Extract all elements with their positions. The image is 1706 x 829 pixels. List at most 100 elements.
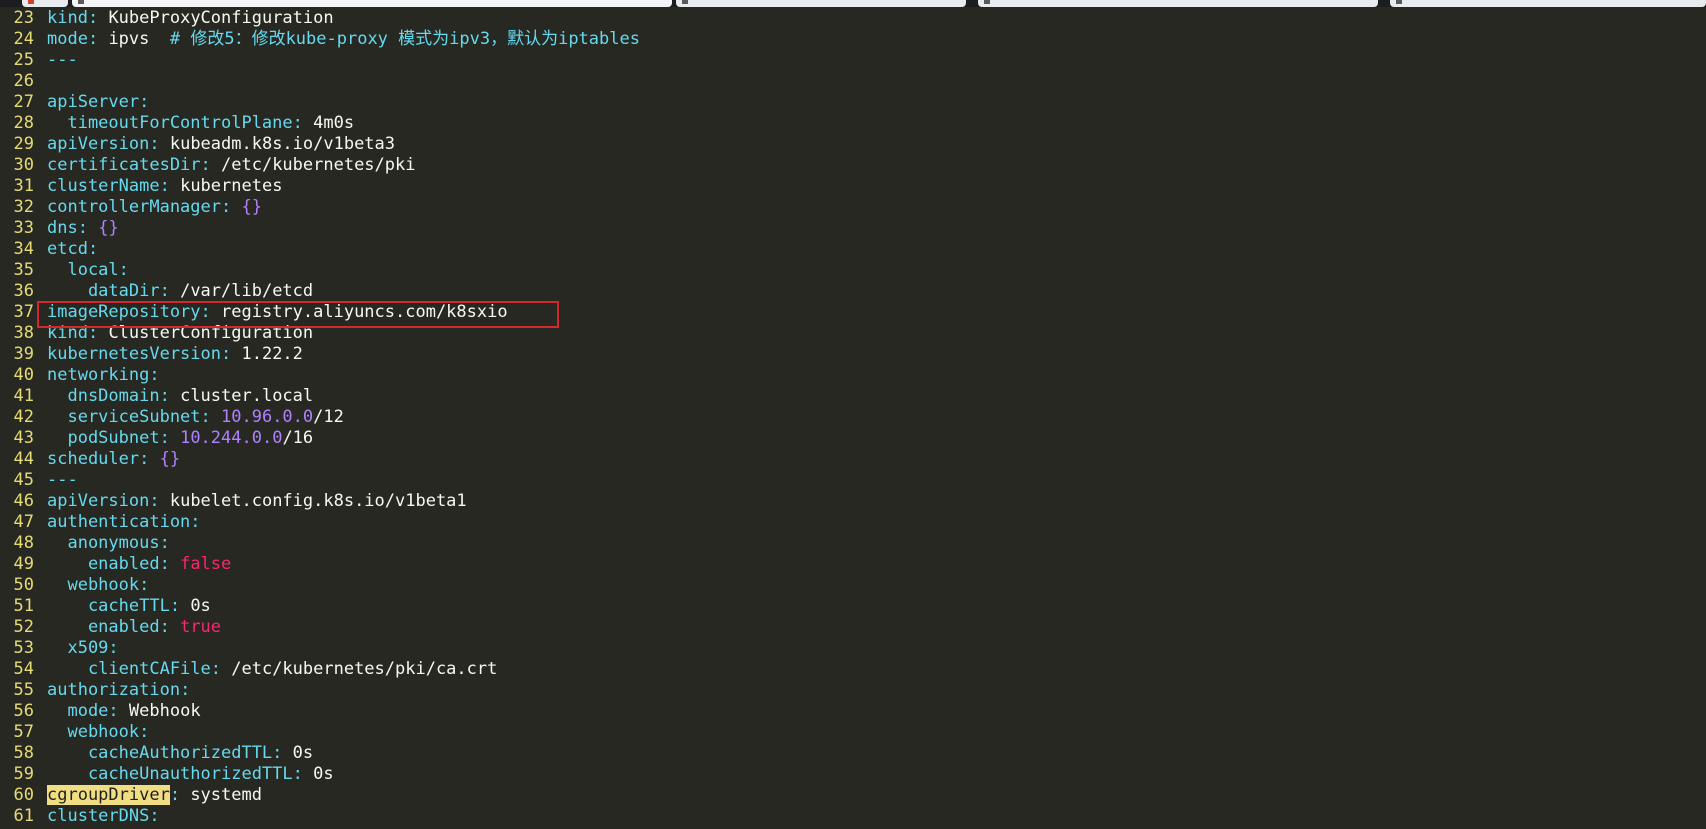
code-token: :	[87, 8, 109, 28]
code-text: authorization:	[47, 680, 190, 701]
code-line[interactable]: 29 apiVersion: kubeadm.k8s.io/v1beta3	[0, 134, 1706, 155]
tab-document-2[interactable]	[676, 0, 966, 7]
code-token: {}	[98, 218, 119, 238]
code-token: clientCAFile	[47, 659, 211, 679]
code-token: cluster.local	[180, 386, 314, 406]
code-line[interactable]: 60 cgroupDriver: systemd	[0, 785, 1706, 806]
code-token: /etc/kubernetes/pki	[221, 155, 416, 175]
code-line[interactable]: 27 apiServer:	[0, 92, 1706, 113]
code-token: dataDir	[47, 281, 160, 301]
code-token: 10.244.0.0	[180, 428, 283, 448]
code-line[interactable]: 54 clientCAFile: /etc/kubernetes/pki/ca.…	[0, 659, 1706, 680]
code-token: Webhook	[128, 701, 201, 721]
code-token: :	[221, 197, 242, 217]
code-token: enabled	[47, 617, 160, 637]
code-token: cacheAuthorizedTTL	[47, 743, 273, 763]
code-token: local	[47, 260, 119, 280]
code-text: kubernetesVersion: 1.22.2	[47, 344, 303, 365]
code-token: kubeadm.k8s.io/v1beta3	[169, 134, 396, 154]
code-token: cacheUnauthorizedTTL	[47, 764, 293, 784]
code-line[interactable]: 45 ---	[0, 470, 1706, 491]
tab-active-document[interactable]	[72, 0, 672, 7]
line-number: 38	[13, 323, 34, 343]
code-token: {}	[159, 449, 181, 469]
code-line[interactable]: 46 apiVersion: kubelet.config.k8s.io/v1be…	[0, 491, 1706, 512]
code-token: :	[210, 659, 232, 679]
code-text: mode: ipvs # 修改5：修改kube-proxy 模式为ipv3，默认…	[47, 29, 640, 50]
code-line[interactable]: 39 kubernetesVersion: 1.22.2	[0, 344, 1706, 365]
code-token: scheduler	[47, 449, 140, 469]
code-editor[interactable]: 23 kind: KubeProxyConfiguration 24 mode: ip…	[0, 8, 1706, 829]
code-line[interactable]: 55 authorization:	[0, 680, 1706, 701]
code-line[interactable]: 49 enabled: false	[0, 554, 1706, 575]
line-number: 26	[13, 71, 34, 91]
code-token: 1.22.2	[241, 344, 303, 364]
line-number: 25	[13, 50, 34, 70]
code-text: cacheTTL: 0s	[47, 596, 211, 617]
code-line[interactable]: 33 dns: {}	[0, 218, 1706, 239]
code-token: kind	[47, 323, 88, 343]
line-number: 44	[13, 449, 34, 469]
code-line[interactable]: 30 certificatesDir: /etc/kubernetes/pki	[0, 155, 1706, 176]
code-token: :	[200, 155, 222, 175]
code-line[interactable]: 51 cacheTTL: 0s	[0, 596, 1706, 617]
code-line[interactable]: 48 anonymous:	[0, 533, 1706, 554]
code-line[interactable]: 23 kind: KubeProxyConfiguration	[0, 8, 1706, 29]
code-line[interactable]: 36 dataDir: /var/lib/etcd	[0, 281, 1706, 302]
code-token: :	[159, 554, 181, 574]
code-token: :	[272, 743, 293, 763]
line-number: 54	[13, 659, 34, 679]
code-token: :	[159, 428, 181, 448]
tab-document-4[interactable]	[1390, 0, 1706, 7]
code-line[interactable]: 61 clusterDNS:	[0, 806, 1706, 827]
code-text: local:	[47, 260, 128, 281]
code-line[interactable]: 44 scheduler: {}	[0, 449, 1706, 470]
code-token: true	[180, 617, 222, 637]
code-token: :	[87, 239, 99, 259]
code-token: dnsDomain	[47, 386, 160, 406]
line-number: 27	[13, 92, 34, 112]
code-text: x509:	[47, 638, 118, 659]
code-line[interactable]: 38 kind: ClusterConfiguration	[0, 323, 1706, 344]
code-line[interactable]: 35 local:	[0, 260, 1706, 281]
code-line[interactable]: 57 webhook:	[0, 722, 1706, 743]
code-token: clusterDNS	[47, 806, 150, 826]
code-line[interactable]: 34 etcd:	[0, 239, 1706, 260]
code-line[interactable]: 24 mode: ipvs # 修改5：修改kube-proxy 模式为ipv3，…	[0, 29, 1706, 50]
code-text: ---	[47, 50, 78, 71]
code-line[interactable]: 52 enabled: true	[0, 617, 1706, 638]
code-text: webhook:	[47, 722, 149, 743]
code-token: webhook	[47, 722, 140, 742]
code-text: etcd:	[47, 239, 98, 260]
code-text: cacheUnauthorizedTTL: 0s	[47, 764, 334, 785]
tab-document-3[interactable]	[978, 0, 1378, 7]
code-token: :	[77, 218, 99, 238]
line-number: 35	[13, 260, 34, 280]
tab-app[interactable]	[22, 0, 68, 7]
code-token: :	[292, 113, 314, 133]
code-line[interactable]: 26	[0, 71, 1706, 92]
code-line[interactable]: 56 mode: Webhook	[0, 701, 1706, 722]
code-line[interactable]: 59 cacheUnauthorizedTTL: 0s	[0, 764, 1706, 785]
code-line[interactable]: 40 networking:	[0, 365, 1706, 386]
code-line[interactable]: 31 clusterName: kubernetes	[0, 176, 1706, 197]
line-number: 52	[13, 617, 34, 637]
code-line[interactable]: 25 ---	[0, 50, 1706, 71]
code-line[interactable]: 43 podSubnet: 10.244.0.0/16	[0, 428, 1706, 449]
code-line[interactable]: 42 serviceSubnet: 10.96.0.0/12	[0, 407, 1706, 428]
line-number: 50	[13, 575, 34, 595]
code-token: imageRepository	[47, 302, 201, 322]
code-line[interactable]: 37 imageRepository: registry.aliyuncs.com…	[0, 302, 1706, 323]
code-line[interactable]: 28 timeoutForControlPlane: 4m0s	[0, 113, 1706, 134]
line-number: 47	[13, 512, 34, 532]
code-line[interactable]: 41 dnsDomain: cluster.local	[0, 386, 1706, 407]
code-token: /16	[282, 428, 314, 448]
code-token: :	[292, 764, 314, 784]
code-line[interactable]: 50 webhook:	[0, 575, 1706, 596]
code-line[interactable]: 32 controllerManager: {}	[0, 197, 1706, 218]
code-line[interactable]: 47 authentication:	[0, 512, 1706, 533]
code-line[interactable]: 53 x509:	[0, 638, 1706, 659]
line-number: 41	[13, 386, 34, 406]
code-line[interactable]: 58 cacheAuthorizedTTL: 0s	[0, 743, 1706, 764]
code-token: mode	[47, 29, 88, 49]
